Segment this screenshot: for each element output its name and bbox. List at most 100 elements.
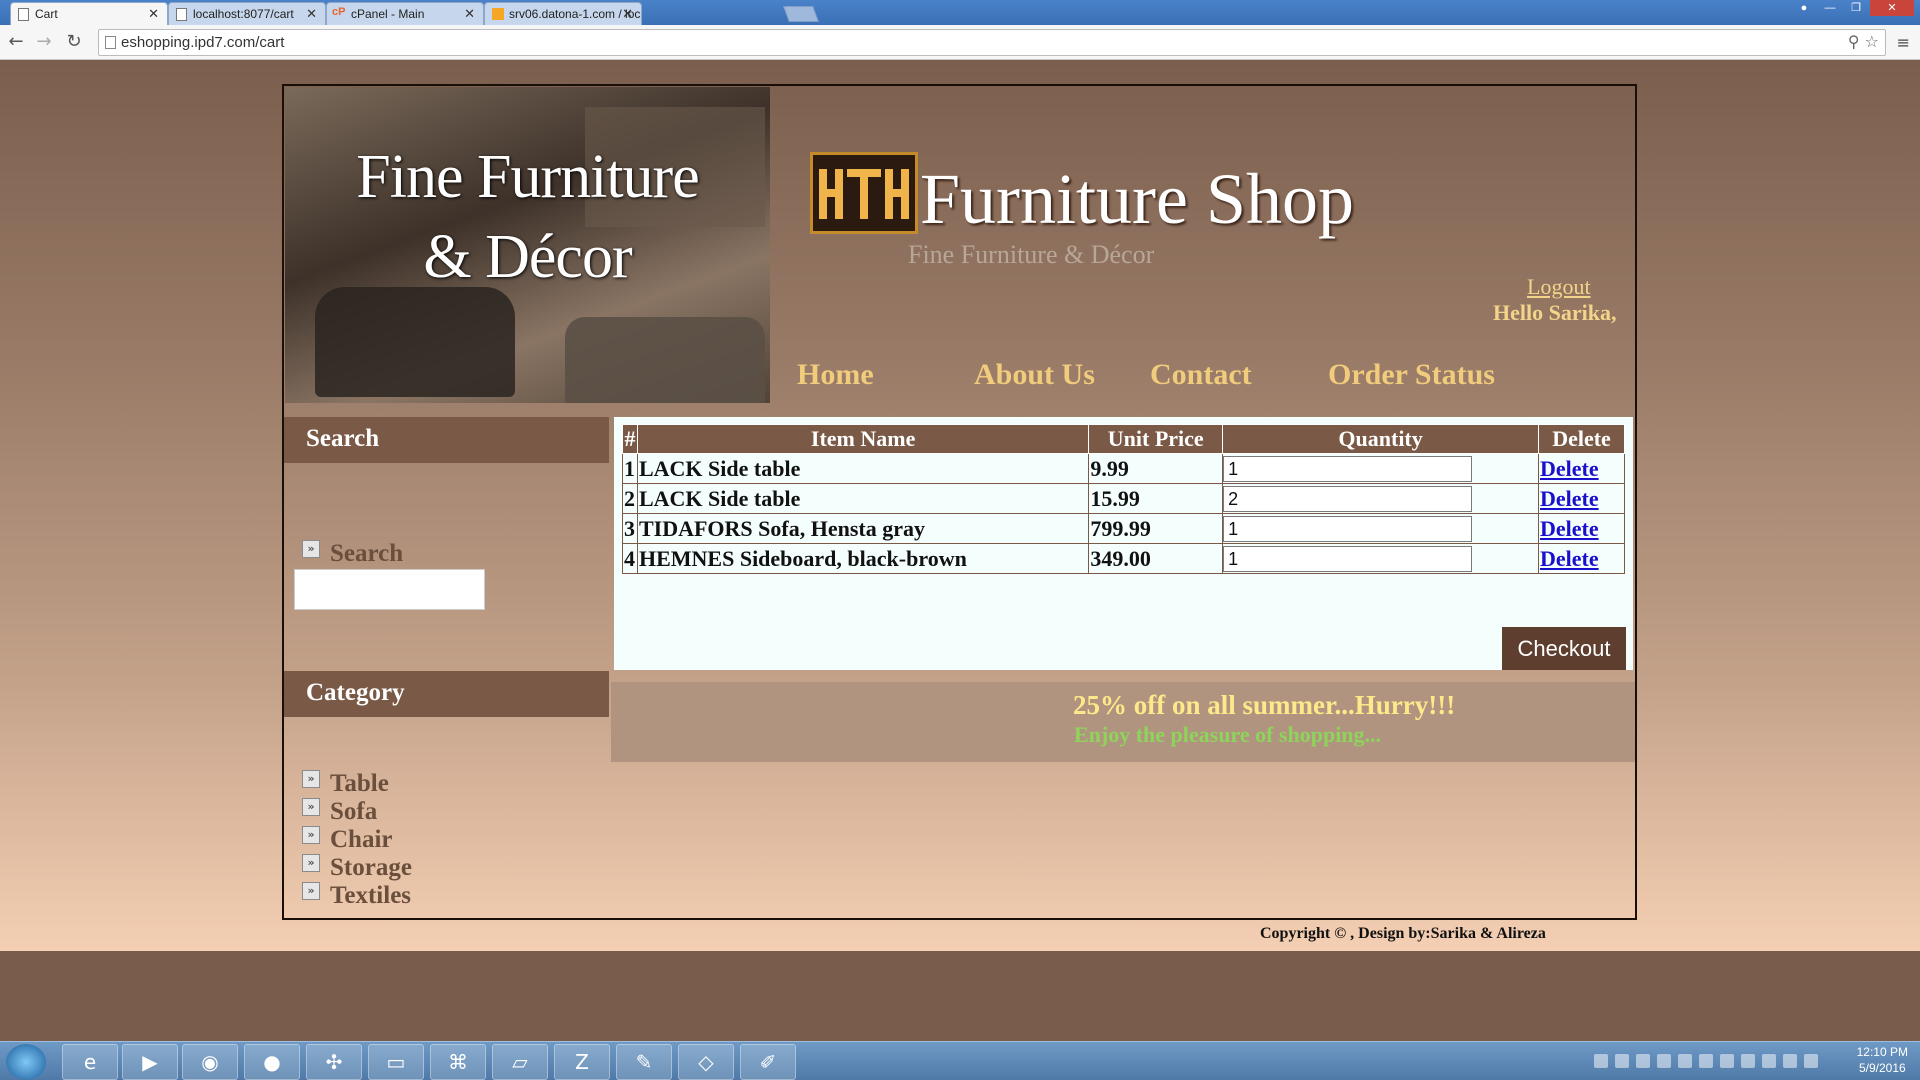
- table-row: 1 LACK Side table 9.99 1 Delete: [622, 453, 1625, 484]
- page-icon: [176, 8, 187, 21]
- paint-icon[interactable]: ✐: [740, 1044, 796, 1080]
- quantity-cell: 1: [1222, 543, 1540, 574]
- internet-explorer-icon[interactable]: e: [62, 1044, 118, 1080]
- category-table[interactable]: » Table: [302, 770, 389, 798]
- search-heading: Search: [284, 417, 609, 463]
- item-name: LACK Side table: [637, 453, 1090, 484]
- new-tab-button[interactable]: [783, 6, 819, 22]
- hero-image: Fine Furniture & Décor: [285, 87, 770, 403]
- arrow-bullet-icon: »: [302, 540, 320, 558]
- zoom-and-star-icons[interactable]: ⚲ ☆: [1848, 32, 1879, 51]
- row-number: 3: [622, 513, 638, 544]
- close-icon[interactable]: ✕: [306, 6, 317, 22]
- quantity-cell: 2: [1222, 483, 1540, 514]
- delete-cell: Delete: [1538, 453, 1625, 484]
- category-label: Textiles: [330, 882, 412, 909]
- close-window-button[interactable]: ✕: [1870, 0, 1914, 16]
- category-heading: Category: [284, 671, 609, 717]
- nav-about-us[interactable]: About Us: [974, 358, 1095, 392]
- cart-header-row: # Item Name Unit Price Quantity Delete: [622, 424, 1625, 454]
- category-storage[interactable]: » Storage: [302, 854, 412, 882]
- url-text: eshopping.ipd7.com/cart: [121, 34, 285, 51]
- restore-button[interactable]: ❐: [1844, 0, 1868, 16]
- table-row: 2 LACK Side table 15.99 2 Delete: [622, 483, 1625, 514]
- search-input[interactable]: [294, 569, 485, 610]
- hero-armchair-shape: [315, 287, 515, 397]
- system-clock[interactable]: 12:10 PM 5/9/2016: [1857, 1044, 1908, 1076]
- media-player-icon[interactable]: ▶: [122, 1044, 178, 1080]
- arrow-bullet-icon: »: [302, 770, 320, 788]
- item-name: HEMNES Sideboard, black-brown: [637, 543, 1090, 574]
- delete-link[interactable]: Delete: [1540, 486, 1599, 511]
- arrow-bullet-icon: »: [302, 854, 320, 872]
- clock-time: 12:10 PM: [1856, 1045, 1908, 1059]
- nav-order-status[interactable]: Order Status: [1328, 358, 1495, 392]
- tab-localhost-cart[interactable]: localhost:8077/cart ✕: [168, 2, 326, 25]
- quantity-input[interactable]: 1: [1223, 545, 1473, 572]
- category-textiles[interactable]: » Textiles: [302, 882, 411, 910]
- brand-tagline: Fine Furniture & Décor: [908, 240, 1155, 269]
- category-chair[interactable]: » Chair: [302, 826, 393, 854]
- editor-icon[interactable]: ✎: [616, 1044, 672, 1080]
- firefox-icon[interactable]: ●: [244, 1044, 300, 1080]
- tab-cpanel[interactable]: cP cPanel - Main ✕: [326, 2, 484, 25]
- delete-cell: Delete: [1538, 483, 1625, 514]
- virtualbox-icon[interactable]: ◇: [678, 1044, 734, 1080]
- xampp-icon[interactable]: ⌘: [430, 1044, 486, 1080]
- delete-link[interactable]: Delete: [1540, 456, 1599, 481]
- close-icon[interactable]: ✕: [622, 6, 633, 22]
- row-number: 4: [622, 543, 638, 574]
- quantity-input[interactable]: 1: [1223, 515, 1473, 542]
- category-sofa[interactable]: » Sofa: [302, 798, 377, 826]
- delete-cell: Delete: [1538, 513, 1625, 544]
- notepad-icon[interactable]: ▱: [492, 1044, 548, 1080]
- user-icon[interactable]: ●: [1792, 0, 1816, 16]
- quantity-cell: 1: [1222, 453, 1540, 484]
- unit-price: 9.99: [1088, 453, 1224, 484]
- chrome-icon[interactable]: ◉: [182, 1044, 238, 1080]
- forward-arrow-icon[interactable]: →: [32, 31, 56, 53]
- clock-date: 5/9/2016: [1858, 1061, 1906, 1075]
- filezilla-icon[interactable]: Z: [554, 1044, 610, 1080]
- nav-contact[interactable]: Contact: [1150, 358, 1252, 392]
- hero-title-line1: Fine Furniture: [356, 143, 699, 211]
- windows-taskbar: e ▶ ◉ ● ✣ ▭ ⌘ ▱ Z ✎ ◇ ✐ 12:10 PM 5/9/201…: [0, 1041, 1920, 1080]
- delete-link[interactable]: Delete: [1540, 546, 1599, 571]
- nav-home[interactable]: Home: [797, 358, 874, 392]
- tab-cart[interactable]: Cart ✕: [10, 2, 168, 25]
- logout-link[interactable]: Logout: [1527, 274, 1591, 300]
- category-label: Chair: [330, 826, 393, 853]
- col-number: #: [622, 424, 638, 454]
- url-bar[interactable]: eshopping.ipd7.com/cart ⚲ ☆: [98, 29, 1886, 56]
- page-icon: [105, 36, 116, 49]
- col-item-name: Item Name: [636, 424, 1090, 454]
- page-icon: [18, 8, 29, 21]
- search-label[interactable]: » Search: [302, 540, 403, 568]
- system-tray-icons[interactable]: [1594, 1054, 1819, 1070]
- start-button[interactable]: [6, 1044, 46, 1080]
- table-row: 3 TIDAFORS Sofa, Hensta gray 799.99 1 De…: [622, 513, 1625, 544]
- col-quantity: Quantity: [1222, 424, 1540, 454]
- delete-link[interactable]: Delete: [1540, 516, 1599, 541]
- close-icon[interactable]: ✕: [148, 6, 159, 22]
- menu-icon[interactable]: ≡: [1897, 33, 1910, 52]
- quantity-cell: 1: [1222, 513, 1540, 544]
- quantity-input[interactable]: 1: [1223, 455, 1473, 482]
- checkout-button[interactable]: Checkout: [1502, 627, 1626, 670]
- search-label-text: Search: [330, 540, 404, 567]
- unit-price: 15.99: [1088, 483, 1224, 514]
- col-unit-price: Unit Price: [1088, 424, 1224, 454]
- close-icon[interactable]: ✕: [464, 6, 475, 22]
- reload-icon[interactable]: ↻: [62, 31, 86, 53]
- table-row: 4 HEMNES Sideboard, black-brown 349.00 1…: [622, 543, 1625, 574]
- folder-icon[interactable]: ▭: [368, 1044, 424, 1080]
- row-number: 2: [622, 483, 638, 514]
- back-arrow-icon[interactable]: ←: [4, 31, 28, 53]
- quantity-input[interactable]: 2: [1223, 485, 1473, 512]
- greeting-text: Hello Sarika,: [1493, 300, 1617, 325]
- app-icon[interactable]: ✣: [306, 1044, 362, 1080]
- tab-phpmyadmin[interactable]: srv06.datona-1.com / loca ✕: [484, 2, 642, 25]
- row-number: 1: [622, 453, 638, 484]
- category-label: Sofa: [330, 798, 378, 825]
- minimize-button[interactable]: —: [1818, 0, 1842, 16]
